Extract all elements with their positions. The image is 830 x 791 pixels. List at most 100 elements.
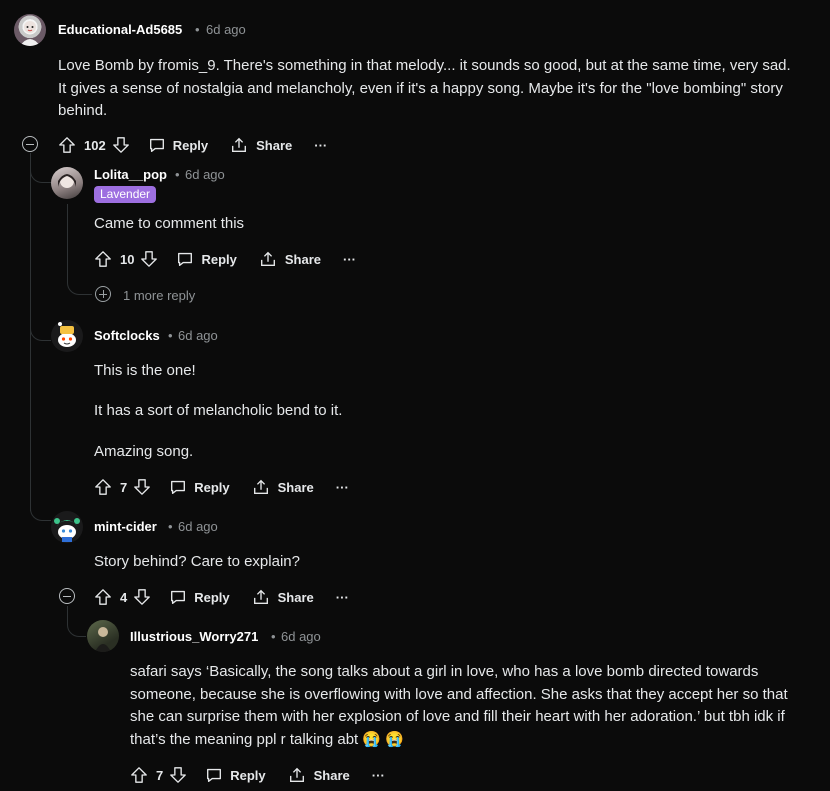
comment-separator: • (168, 328, 173, 343)
comment-timestamp[interactable]: 6d ago (178, 328, 218, 343)
reply-label: Reply (194, 479, 230, 495)
comment-timestamp[interactable]: 6d ago (281, 629, 321, 644)
comment-body: safari says ‘Basically, the song talks a… (130, 661, 805, 751)
avatar[interactable] (87, 620, 119, 652)
comment-body: Love Bomb by fromis_9. There's something… (58, 55, 798, 123)
downvote-button[interactable] (133, 588, 151, 606)
reply-button[interactable]: Reply (205, 766, 266, 784)
comment-paragraph: It has a sort of melancholic bend to it. (94, 402, 343, 419)
comment-author[interactable]: Lolita__pop (94, 167, 167, 182)
vote-count: 102 (84, 137, 106, 153)
vote-count: 7 (156, 767, 164, 783)
share-button[interactable]: Share (252, 478, 314, 496)
comment-paragraph: Story behind? Care to explain? (94, 553, 300, 570)
comment-timestamp[interactable]: 6d ago (206, 22, 246, 37)
comment-bubble-icon (171, 480, 186, 494)
comment-paragraph: Came to comment this (94, 215, 245, 232)
comment-paragraph: This is the one! (94, 362, 196, 379)
comment-paragraph: Love Bomb by fromis_9. There's something… (58, 57, 791, 119)
comment-author[interactable]: Illustrious_Worry271 (130, 629, 258, 644)
overflow-icon: ··· (335, 589, 349, 605)
comment-bubble-icon (149, 138, 164, 152)
comment-timestamp[interactable]: 6d ago (178, 519, 218, 534)
downvote-icon (112, 137, 129, 153)
collapse-thread-button[interactable] (22, 136, 38, 152)
upvote-button[interactable] (94, 588, 112, 606)
avatar[interactable] (14, 14, 46, 46)
reply-button[interactable]: Reply (169, 588, 230, 606)
reply-label: Reply (172, 137, 209, 153)
comment-separator: • (168, 519, 173, 534)
more-options-button[interactable]: ··· (336, 590, 349, 605)
share-icon (232, 137, 247, 152)
more-options-button[interactable]: ··· (336, 480, 349, 495)
share-button[interactable]: Share (259, 250, 321, 268)
thread-connector (30, 318, 51, 341)
thread-connector (30, 498, 51, 521)
thread-connector (67, 270, 92, 295)
downvote-button[interactable] (140, 250, 158, 268)
comment-actions: 102 Reply Share ··· (58, 133, 327, 157)
avatar[interactable] (51, 320, 83, 352)
comment-actions: 7 Reply Share ··· (94, 475, 349, 499)
avatar-image-icon (95, 627, 111, 652)
comment-actions: 4 Reply Share ··· (94, 585, 349, 609)
share-label: Share (277, 589, 314, 605)
collapse-thread-button[interactable] (59, 588, 75, 604)
share-label: Share (284, 251, 322, 267)
snoo-avatar-icon (54, 518, 80, 542)
downvote-icon (141, 251, 158, 267)
more-options-button[interactable]: ··· (343, 252, 356, 267)
reply-button[interactable]: Reply (176, 250, 237, 268)
overflow-icon: ··· (371, 767, 385, 783)
comment-bubble-icon (207, 768, 222, 782)
share-button[interactable]: Share (252, 588, 314, 606)
upvote-icon (95, 589, 111, 605)
share-button[interactable]: Share (230, 136, 292, 154)
comment-timestamp[interactable]: 6d ago (185, 167, 225, 182)
downvote-button[interactable] (133, 478, 151, 496)
comment-bubble-icon (171, 590, 186, 604)
avatar-image-icon (20, 21, 40, 46)
share-label: Share (313, 767, 350, 783)
downvote-icon (134, 589, 151, 605)
upvote-button[interactable] (58, 136, 76, 154)
snoo-avatar-icon (58, 322, 76, 347)
thread-line (67, 204, 68, 274)
upvote-icon (59, 137, 75, 153)
overflow-icon: ··· (335, 479, 349, 495)
downvote-button[interactable] (169, 766, 187, 784)
comment-author[interactable]: Educational-Ad5685 (58, 22, 182, 37)
comment-paragraph: safari says ‘Basically, the song talks a… (130, 663, 788, 748)
downvote-icon (170, 767, 187, 783)
upvote-button[interactable] (94, 478, 112, 496)
upvote-button[interactable] (130, 766, 148, 784)
reply-button[interactable]: Reply (169, 478, 230, 496)
comment-actions: 10 Reply Share ··· (94, 247, 356, 271)
reply-label: Reply (201, 251, 237, 267)
comment-author[interactable]: mint-cider (94, 519, 157, 534)
share-label: Share (256, 137, 293, 153)
avatar[interactable] (51, 167, 83, 199)
avatar[interactable] (51, 511, 83, 543)
share-icon (260, 251, 275, 266)
more-options-button[interactable]: ··· (372, 768, 385, 783)
more-replies-link[interactable]: 1 more reply (123, 288, 195, 303)
reply-button[interactable]: Reply (148, 136, 208, 154)
expand-replies-icon[interactable] (95, 286, 111, 302)
share-icon (253, 589, 268, 604)
comment-author[interactable]: Softclocks (94, 328, 160, 343)
share-label: Share (277, 479, 314, 495)
thread-connector (30, 160, 51, 183)
downvote-button[interactable] (112, 136, 130, 154)
overflow-icon: ··· (343, 251, 357, 267)
more-options-button[interactable]: ··· (314, 138, 327, 153)
share-button[interactable]: Share (288, 766, 350, 784)
avatar-image-icon (58, 174, 76, 188)
comment-separator: • (175, 167, 180, 182)
upvote-button[interactable] (94, 250, 112, 268)
comment-separator: • (195, 22, 200, 37)
share-icon (253, 479, 268, 494)
overflow-icon: ··· (314, 137, 328, 153)
comment-actions: 7 Reply Share ··· (130, 763, 385, 787)
